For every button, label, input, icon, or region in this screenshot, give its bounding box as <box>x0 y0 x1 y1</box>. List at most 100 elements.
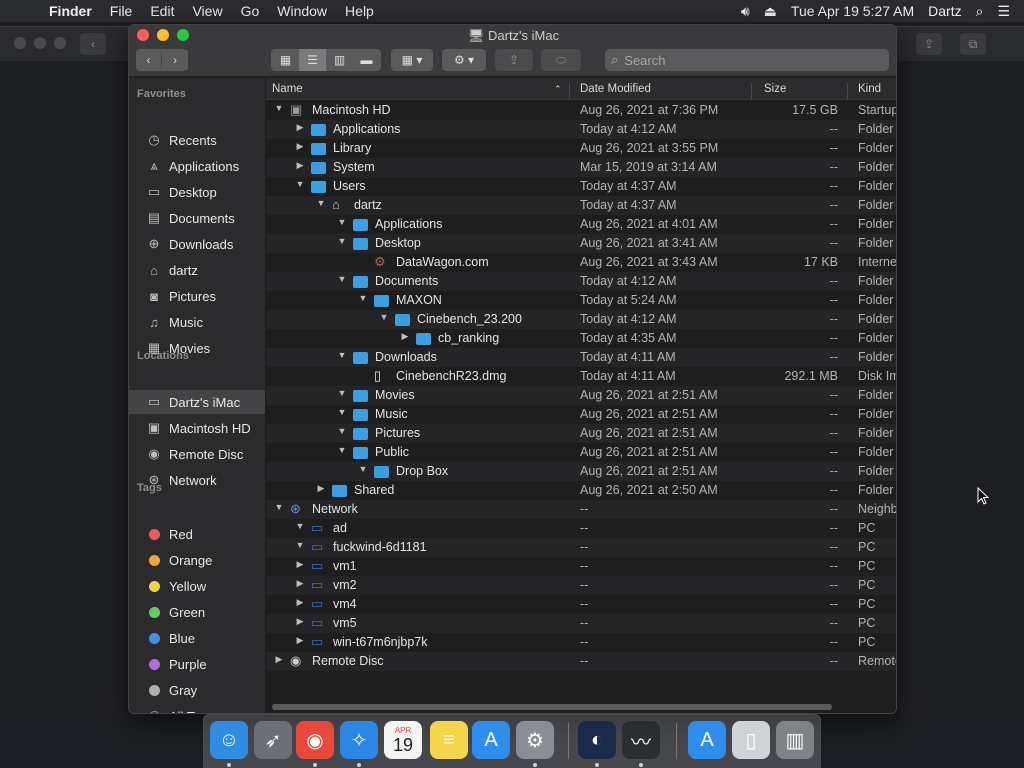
disclosure-expanded-icon[interactable]: ▼ <box>358 293 368 303</box>
disclosure-expanded-icon[interactable]: ▼ <box>337 274 347 284</box>
disclosure-collapsed-icon[interactable]: ▶ <box>316 483 326 494</box>
dock-preferences-app[interactable]: ⚙ <box>516 721 554 759</box>
disclosure-expanded-icon[interactable]: ▼ <box>316 198 326 208</box>
icon-view-icon[interactable]: ▦ <box>272 53 299 67</box>
menu-go[interactable]: Go <box>232 3 269 19</box>
dock-calendar-app[interactable]: APR 19 <box>384 721 422 759</box>
disclosure-collapsed-icon[interactable]: ▶ <box>295 141 305 152</box>
share-button[interactable]: ⇪ <box>495 49 533 71</box>
disclosure-expanded-icon[interactable]: ▼ <box>274 103 284 113</box>
gallery-view-icon[interactable]: ▬ <box>353 53 380 67</box>
sidebar-tag-purple[interactable]: Purple <box>129 652 265 676</box>
dock-appstore-app[interactable]: A <box>472 721 510 759</box>
disclosure-expanded-icon[interactable]: ▼ <box>337 445 347 455</box>
table-row[interactable]: ▼ ⊛ Network -- -- Neighb <box>266 500 896 519</box>
dock-cinema4d-app[interactable]: ◐ <box>578 721 616 759</box>
sidebar-item-documents[interactable]: ▤ Documents <box>129 206 265 230</box>
disclosure-collapsed-icon[interactable]: ▶ <box>400 331 410 342</box>
disclosure-expanded-icon[interactable]: ▼ <box>337 426 347 436</box>
dock-finder-app[interactable]: ☺ <box>210 721 248 759</box>
table-row[interactable]: ▶ ▭ vm2 -- -- PC <box>266 576 896 595</box>
sidebar-item-movies[interactable]: ▦ Movies <box>129 336 265 360</box>
action-button[interactable]: ⚙ ▾ <box>442 49 486 71</box>
sidebar-item-music[interactable]: ♫ Music <box>129 310 265 334</box>
table-row[interactable]: ▶ ▬ cb_ranking Today at 4:35 AM -- Folder <box>266 329 896 348</box>
disclosure-collapsed-icon[interactable]: ▶ <box>295 122 305 133</box>
sidebar-item-downloads[interactable]: ⊕ Downloads <box>129 232 265 256</box>
table-row[interactable]: ▶ ▭ win-t67m6njbp7k -- -- PC <box>266 633 896 652</box>
sidebar-item-dartz[interactable]: ⌂ dartz <box>129 258 265 282</box>
disclosure-expanded-icon[interactable]: ▼ <box>337 388 347 398</box>
disclosure-expanded-icon[interactable]: ▼ <box>337 350 347 360</box>
disclosure-expanded-icon[interactable]: ▼ <box>295 179 305 189</box>
sidebar-tag-green[interactable]: Green <box>129 600 265 624</box>
disclosure-expanded-icon[interactable]: ▼ <box>337 217 347 227</box>
disclosure-collapsed-icon[interactable]: ▶ <box>295 597 305 608</box>
table-row[interactable]: ⚙ DataWagon.com Aug 26, 2021 at 3:43 AM 17 … <box>266 253 896 272</box>
dock-notes-app[interactable]: ≡ <box>430 721 468 759</box>
tag-icon[interactable]: ⧉ <box>960 33 986 55</box>
disclosure-expanded-icon[interactable]: ▼ <box>295 540 305 550</box>
group-button[interactable]: ▦ ▾ <box>391 49 433 71</box>
volume-icon[interactable]: 🔊︎ <box>741 3 750 20</box>
dock-disk-image[interactable]: ▯ <box>732 721 770 759</box>
disclosure-expanded-icon[interactable]: ▼ <box>358 464 368 474</box>
disclosure-collapsed-icon[interactable]: ▶ <box>295 635 305 646</box>
disclosure-expanded-icon[interactable]: ▼ <box>274 502 284 512</box>
table-row[interactable]: ▼ ▬ Drop Box Aug 26, 2021 at 2:51 AM -- Folde… <box>266 462 896 481</box>
disclosure-expanded-icon[interactable]: ▼ <box>379 312 389 322</box>
table-row[interactable]: ▶ ▭ vm5 -- -- PC <box>266 614 896 633</box>
list-view-icon[interactable]: ☰ <box>299 49 326 71</box>
table-row[interactable]: ▼ ▭ fuckwind-6d1181 -- -- PC <box>266 538 896 557</box>
disclosure-collapsed-icon[interactable]: ▶ <box>295 578 305 589</box>
disclosure-collapsed-icon[interactable]: ▶ <box>295 616 305 627</box>
sidebar-item-remote-disc[interactable]: ◉ Remote Disc <box>129 442 265 466</box>
dock-trash[interactable]: ▥ <box>776 721 814 759</box>
table-row[interactable]: ▼ ▬ Pictures Aug 26, 2021 at 2:51 AM -- Folde… <box>266 424 896 443</box>
column-date-modified[interactable]: Date Modified <box>580 83 651 95</box>
dock-appstore-download[interactable]: A <box>688 721 726 759</box>
dock-launchpad-app[interactable]: ➶ <box>254 721 292 759</box>
table-row[interactable]: ▼ ▬ MAXON Today at 5:24 AM -- Folder <box>266 291 896 310</box>
menu-view[interactable]: View <box>183 3 231 19</box>
back-chevron-icon[interactable]: ‹ <box>80 33 106 55</box>
table-row[interactable]: ▼ ▬ Public Aug 26, 2021 at 2:51 AM -- Folder <box>266 443 896 462</box>
sidebar-tag-gray[interactable]: Gray <box>129 678 265 702</box>
user-menu[interactable]: Dartz <box>928 3 961 19</box>
dock-chrome-app[interactable]: ◉ <box>296 721 334 759</box>
spotlight-icon[interactable]: ⌕ <box>976 3 984 20</box>
menu-file[interactable]: File <box>101 3 142 19</box>
sidebar-item-applications[interactable]: ⩓ Applications <box>129 154 265 178</box>
table-row[interactable]: ▼ ▬ Cinebench_23.200 Today at 4:12 AM -- Fold… <box>266 310 896 329</box>
sidebar-tag-red[interactable]: Red <box>129 522 265 546</box>
table-row[interactable]: ▯ CinebenchR23.dmg Today at 4:11 AM 292.1 M… <box>266 367 896 386</box>
disclosure-collapsed-icon[interactable]: ▶ <box>274 654 284 665</box>
close-button-inactive[interactable] <box>14 37 26 49</box>
disclosure-expanded-icon[interactable]: ▼ <box>337 236 347 246</box>
table-row[interactable]: ▶ ◉ Remote Disc -- -- Remote <box>266 652 896 671</box>
menu-help[interactable]: Help <box>336 3 383 19</box>
notification-center-icon[interactable]: ☰ <box>997 3 1010 20</box>
sidebar-item-desktop[interactable]: ▭ Desktop <box>129 180 265 204</box>
table-row[interactable]: ▶ ▬ Library Aug 26, 2021 at 3:55 PM -- Folder <box>266 139 896 158</box>
share-icon[interactable]: ⇪ <box>916 33 942 55</box>
minimize-button-inactive[interactable] <box>34 37 46 49</box>
dock-activity-monitor-app[interactable]: 〰 <box>622 721 660 759</box>
sidebar-tag-blue[interactable]: Blue <box>129 626 265 650</box>
forward-chevron-icon[interactable]: › <box>162 53 188 67</box>
sidebar-item-macintosh-hd[interactable]: ▣ Macintosh HD <box>129 416 265 440</box>
column-name[interactable]: Name <box>272 83 303 95</box>
sidebar-tag-orange[interactable]: Orange <box>129 548 265 572</box>
back-chevron-icon[interactable]: ‹ <box>136 53 162 67</box>
sidebar-tag-yellow[interactable]: Yellow <box>129 574 265 598</box>
menu-window[interactable]: Window <box>268 3 336 19</box>
sidebar-item-dartz-s-imac[interactable]: ▭ Dartz's iMac <box>129 390 265 414</box>
table-row[interactable]: ▼ ▬ Music Aug 26, 2021 at 2:51 AM -- Folder <box>266 405 896 424</box>
disclosure-collapsed-icon[interactable]: ▶ <box>295 160 305 171</box>
table-row[interactable]: ▶ ▬ Applications Today at 4:12 AM -- Folder <box>266 120 896 139</box>
table-row[interactable]: ▼ ▬ Users Today at 4:37 AM -- Folder <box>266 177 896 196</box>
table-row[interactable]: ▼ ⌂ dartz Today at 4:37 AM -- Folder <box>266 196 896 215</box>
sidebar-item-recents[interactable]: ◷ Recents <box>129 128 265 152</box>
disclosure-collapsed-icon[interactable]: ▶ <box>295 559 305 570</box>
search-field[interactable]: ⌕ Search <box>605 49 889 71</box>
